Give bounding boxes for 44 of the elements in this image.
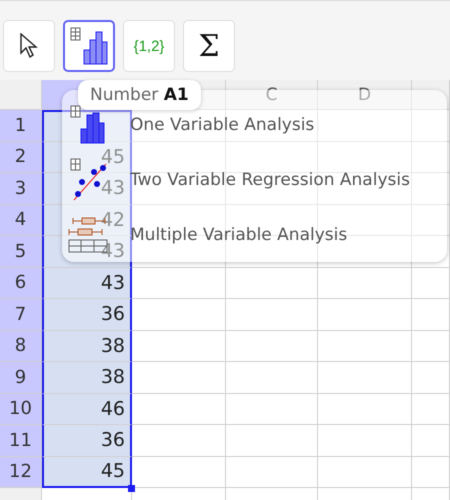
analysis-tool-button[interactable] [63, 20, 115, 72]
cell-value: 42 [100, 208, 125, 231]
cursor-icon [19, 33, 39, 59]
table-cell [412, 268, 450, 299]
cell-value: 45 [100, 460, 125, 482]
cell-value: 43 [100, 177, 125, 200]
row-header[interactable]: 12 [0, 456, 42, 488]
fill-handle[interactable] [128, 485, 135, 492]
cell-value: 38 [100, 366, 125, 388]
table-cell [412, 394, 450, 425]
table-cell [412, 330, 450, 362]
cell-value: 36 [100, 429, 125, 452]
row-header[interactable]: 3 [0, 173, 42, 204]
tooltip: Number A1 [78, 80, 201, 110]
cell-value: 45 [100, 146, 125, 168]
cell-value: 46 [100, 398, 125, 420]
table-cell [412, 236, 450, 268]
corner-cell[interactable] [0, 80, 42, 110]
row-header[interactable]: 7 [0, 299, 42, 330]
row-header[interactable]: 2 [0, 142, 42, 173]
row-header[interactable]: 4 [0, 204, 42, 236]
table-cell [412, 204, 450, 236]
row-header[interactable]: 11 [0, 425, 42, 456]
row-header[interactable]: 6 [0, 268, 42, 299]
bar-chart-icon [69, 26, 109, 66]
tool-button[interactable]: {1,2} [123, 20, 175, 72]
table-cell [412, 299, 450, 330]
row-header[interactable]: 9 [0, 362, 42, 394]
table-cell [412, 362, 450, 394]
table-cell [412, 173, 450, 204]
tool-button[interactable]: Σ [183, 20, 235, 72]
column-header[interactable] [412, 80, 450, 110]
cell-value: 38 [100, 334, 125, 357]
cell-value: 43 [100, 272, 125, 294]
row-header[interactable]: 10 [0, 394, 42, 425]
row-header[interactable]: 5 [0, 236, 42, 268]
table-cell [412, 142, 450, 173]
cell-value: 36 [100, 303, 125, 326]
table-cell [412, 425, 450, 456]
row-header[interactable]: 8 [0, 330, 42, 362]
table-cell [412, 110, 450, 142]
table-cell [412, 456, 450, 488]
row-header[interactable]: 1 [0, 110, 42, 142]
pointer-tool-button[interactable] [3, 20, 55, 72]
